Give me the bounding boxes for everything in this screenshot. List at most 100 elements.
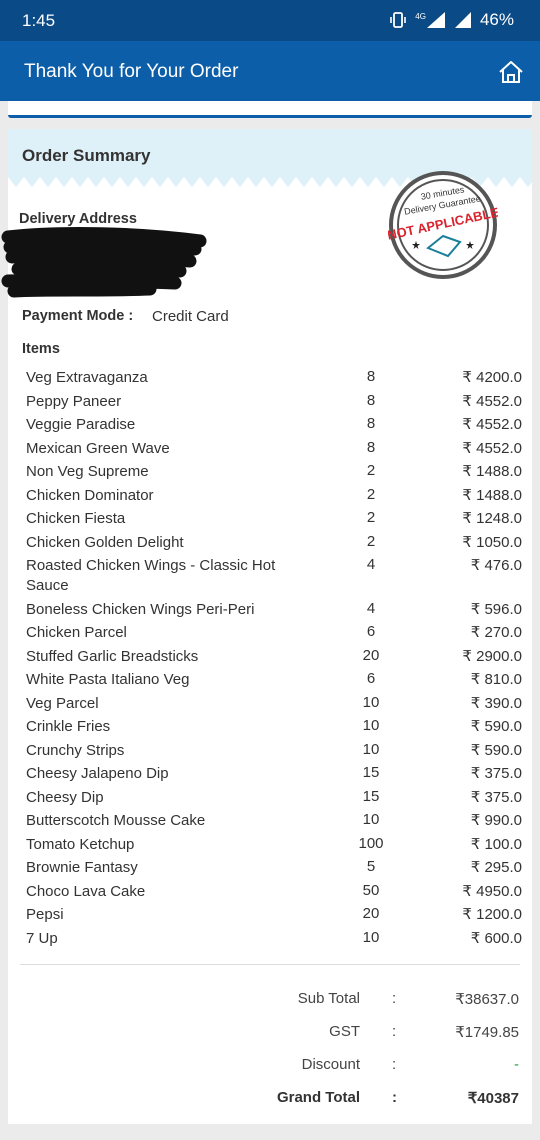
item-name: Non Veg Supreme: [26, 463, 149, 480]
totals-divider: [20, 964, 520, 965]
item-qty: 20: [362, 646, 380, 664]
item-name: Cheesy Dip: [26, 788, 104, 806]
gst-label: GST: [329, 1023, 360, 1040]
item-name: Crinkle Fries: [26, 718, 111, 735]
item-qty: 8: [366, 415, 376, 432]
item-name: Roasted Chicken Wings - Classic Hot Sauc…: [26, 557, 276, 594]
status-time: 1:45: [22, 11, 56, 30]
delivery-guarantee-stamp: 30 minutes Delivery Guarantee NOT APPLIC…: [388, 171, 498, 279]
item-name: Crunchy Strips: [26, 741, 125, 759]
item-qty: 15: [362, 764, 380, 781]
item-price: ₹ 390.0: [470, 694, 522, 712]
item-price: ₹ 1050.0: [462, 533, 522, 551]
item-name: Veg Extravaganza: [26, 369, 148, 386]
item-price: ₹ 375.0: [470, 765, 522, 782]
item-qty: 8: [366, 368, 376, 385]
item-price: ₹ 476.0: [470, 557, 522, 574]
item-name: Chicken Dominator: [26, 486, 154, 504]
item-price: ₹ 295.0: [470, 859, 522, 876]
item-qty: 2: [366, 532, 376, 550]
summary-title: Order Summary: [22, 146, 151, 165]
discount-colon: :: [392, 1056, 397, 1073]
battery-level: 46%: [479, 10, 514, 29]
item-qty: 2: [366, 485, 376, 503]
item-name: Veg Parcel: [26, 694, 99, 712]
item-name: Stuffed Garlic Breadsticks: [26, 647, 199, 665]
subtotal-colon: :: [392, 990, 397, 1007]
vibrate-icon: [390, 12, 407, 28]
item-price: ₹ 990.0: [470, 812, 522, 829]
item-price: ₹ 4552.0: [462, 392, 522, 410]
subtotal-label: Sub Total: [297, 990, 360, 1007]
subtotal-value: ₹38637.0: [455, 991, 519, 1008]
item-qty: 4: [366, 599, 376, 617]
item-qty: 2: [366, 462, 376, 479]
item-price: ₹ 596.0: [470, 600, 522, 618]
items-label: Items: [22, 341, 60, 357]
item-name: Pepsi: [26, 906, 64, 923]
home-icon[interactable]: [498, 59, 524, 85]
item-price: ₹ 4552.0: [462, 439, 522, 457]
payment-mode-label: Payment Mode :: [22, 308, 134, 324]
item-qty: 4: [366, 556, 376, 573]
item-name: White Pasta Italiano Veg: [26, 671, 190, 688]
page-title: Thank You for Your Order: [24, 61, 239, 82]
discount-value: -: [514, 1056, 519, 1073]
signal-2-icon: [454, 12, 471, 28]
network-type-icon: 4G: [415, 12, 426, 21]
item-price: ₹ 4552.0: [462, 416, 522, 433]
item-price: ₹ 600.0: [470, 929, 522, 947]
item-price: ₹ 375.0: [470, 788, 522, 806]
item-qty: 10: [362, 740, 380, 758]
item-name: Chicken Fiesta: [26, 510, 126, 527]
item-name: Brownie Fantasy: [26, 859, 138, 876]
item-name: Chicken Parcel: [26, 624, 127, 641]
item-name: Butterscotch Mousse Cake: [26, 812, 206, 829]
gst-value: ₹1749.85: [455, 1024, 519, 1041]
item-qty: 10: [362, 811, 380, 828]
item-qty: 10: [362, 717, 380, 734]
item-qty: 6: [366, 623, 376, 640]
item-price: ₹ 810.0: [470, 671, 522, 688]
item-price: ₹ 1248.0: [462, 510, 522, 527]
status-icons: 4G 46%: [389, 10, 514, 30]
item-name: Veggie Paradise: [26, 416, 136, 433]
item-price: ₹ 270.0: [470, 624, 522, 641]
discount-label: Discount: [301, 1056, 360, 1073]
item-qty: 50: [362, 881, 380, 899]
item-price: ₹ 1488.0: [462, 486, 522, 504]
app-bar: Thank You for Your Order: [0, 41, 540, 101]
item-name: 7 Up: [26, 929, 58, 947]
item-price: ₹ 590.0: [470, 741, 522, 759]
item-qty: 6: [366, 670, 376, 687]
item-name: Mexican Green Wave: [26, 439, 170, 457]
item-name: Cheesy Jalapeno Dip: [26, 765, 169, 782]
gst-colon: :: [392, 1023, 397, 1040]
payment-mode-value: Credit Card: [152, 308, 229, 325]
item-qty: 8: [366, 438, 376, 456]
item-name: Boneless Chicken Wings Peri-Peri: [26, 600, 255, 618]
item-name: Peppy Paneer: [26, 392, 122, 410]
item-qty: 20: [362, 905, 380, 922]
item-qty: 5: [366, 858, 376, 875]
item-qty: 8: [366, 391, 376, 409]
item-price: ₹ 590.0: [470, 718, 522, 735]
grand-total-label: Grand Total: [276, 1089, 360, 1106]
item-price: ₹ 2900.0: [462, 647, 522, 665]
item-price: ₹ 4950.0: [462, 882, 522, 900]
item-price: ₹ 1488.0: [462, 463, 522, 480]
item-qty: 10: [362, 693, 380, 711]
item-price: ₹ 1200.0: [462, 906, 522, 923]
item-price: ₹ 4200.0: [462, 369, 522, 386]
grand-total-colon: :: [392, 1089, 397, 1106]
grand-total-value: ₹40387: [467, 1090, 519, 1107]
item-qty: 10: [362, 928, 380, 946]
item-qty: 100: [358, 834, 384, 852]
item-qty: 15: [362, 787, 380, 805]
signal-icon: [426, 12, 445, 28]
redacted-address: [1, 227, 207, 298]
item-price: ₹ 100.0: [470, 835, 522, 853]
item-qty: 2: [366, 509, 376, 526]
item-name: Choco Lava Cake: [26, 882, 146, 900]
item-name: Chicken Golden Delight: [26, 533, 184, 551]
